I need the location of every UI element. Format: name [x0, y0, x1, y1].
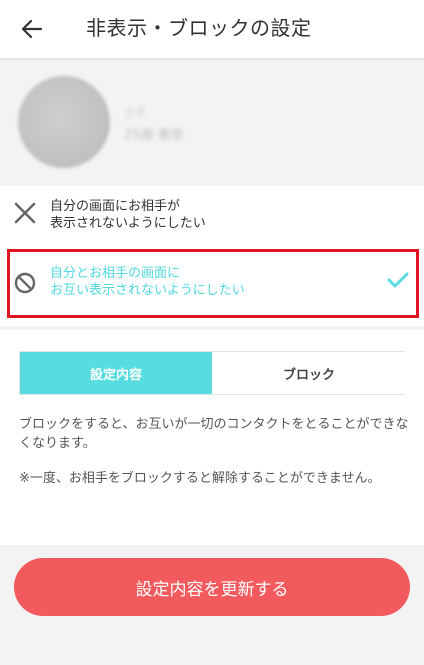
- app-header: 非表示・ブロックの設定: [0, 0, 424, 58]
- block-icon: [12, 270, 38, 296]
- back-button[interactable]: [16, 14, 48, 44]
- x-icon: [12, 200, 38, 226]
- warning-text: ※一度、お相手をブロックすると解除することができません。: [19, 471, 381, 486]
- tab-bar: 設定内容 ブロック: [19, 351, 405, 395]
- profile-name: さき: [124, 106, 146, 119]
- avatar: [18, 76, 110, 168]
- profile-subtitle: 25歳 東京: [124, 128, 184, 143]
- arrow-left-icon: [21, 19, 43, 39]
- option-block-label: 自分とお相手の画面に お互い表示されないようにしたい: [50, 266, 245, 298]
- description-text: ブロックをすると、お互いが一切のコンタクトをとることができなくなります。: [19, 417, 409, 451]
- option-hide-label: 自分の画面にお相手が 表示されないようにしたい: [50, 199, 206, 231]
- update-settings-button[interactable]: 設定内容を更新する: [14, 558, 410, 616]
- tab-block[interactable]: ブロック: [213, 352, 405, 394]
- tab-settings[interactable]: 設定内容: [20, 352, 212, 394]
- page-title: 非表示・ブロックの設定: [86, 16, 312, 40]
- check-icon: [386, 270, 410, 290]
